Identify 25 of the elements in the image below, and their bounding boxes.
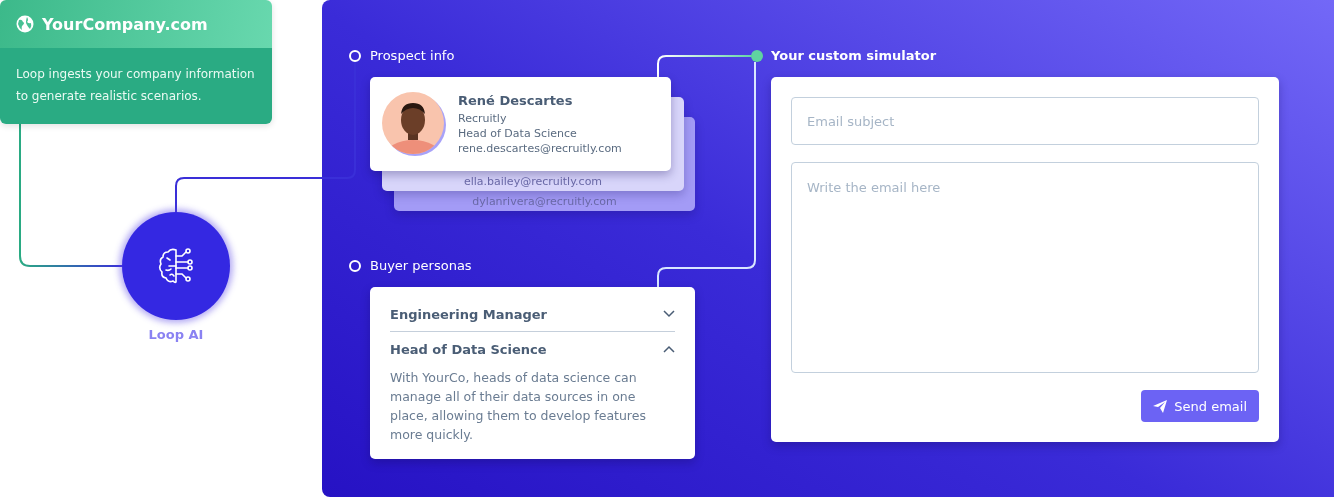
persona-description: With YourCo, heads of data science can manage all of their data sources in one place, allowing them to develop features more quickly. (390, 369, 647, 444)
step-label: Prospect info (370, 48, 455, 63)
send-email-button[interactable]: Send email (1141, 390, 1259, 422)
node-dot (349, 260, 361, 272)
globe-icon (16, 15, 34, 33)
node-dot (349, 50, 361, 62)
company-description: Loop ingests your company information to generate realistic scenarios. (16, 67, 255, 103)
chevron-up-icon[interactable] (663, 345, 675, 353)
prospect-role: Head of Data Science (458, 127, 578, 140)
company-title: YourCompany.com (42, 14, 208, 34)
hub-label: Loop AI (147, 327, 205, 342)
paper-plane-icon (1153, 399, 1168, 413)
prospect-name: René Descartes (458, 93, 574, 108)
step-label: Buyer personas (370, 258, 472, 273)
persona-title[interactable]: Engineering Manager (390, 306, 547, 322)
step-label: Your custom simulator (771, 48, 937, 63)
node-dot (751, 50, 763, 62)
prospect-email: rene.descartes@recruitly.com (458, 142, 622, 155)
contact-email: dylanrivera@recruitly.com (472, 195, 617, 208)
contact-email: ella.bailey@recruitly.com (463, 175, 603, 188)
email-body-field[interactable]: Write the email here (791, 162, 1259, 373)
subject-field[interactable]: Email subject (791, 97, 1259, 145)
persona-title[interactable]: Head of Data Science (390, 341, 547, 357)
prospect-company: Recruitly (458, 112, 508, 125)
chevron-down-icon[interactable] (663, 310, 675, 318)
